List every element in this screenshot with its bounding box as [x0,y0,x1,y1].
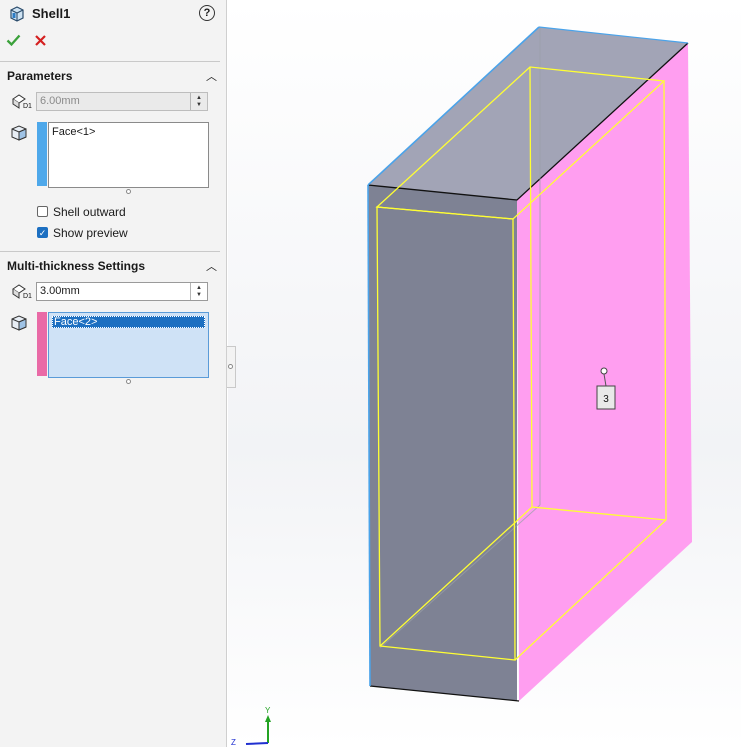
svg-text:D1: D1 [23,103,32,110]
feature-title: Shell1 [32,6,71,21]
ok-button[interactable] [6,33,21,47]
list-item-selected[interactable]: Face<2> [52,316,205,328]
callout-pin-icon [600,367,608,375]
thickness-value: 6.00mm [40,95,80,107]
checkmark-icon [6,34,21,47]
multi-thickness-faces-list[interactable]: Face<2> [48,312,209,378]
multi-thickness-icon: D1 [12,284,32,300]
handle-grip [228,364,233,369]
shell-outward-checkbox[interactable] [37,206,48,217]
cancel-button[interactable] [34,34,47,47]
multi-thickness-spinner[interactable]: ▲ ▼ [190,283,207,300]
model-view[interactable]: 3 Y Z [228,0,741,747]
svg-text:D1: D1 [23,293,32,300]
chevron-up-icon: ︿ [206,71,217,83]
thickness-icon: D1 [12,94,32,110]
show-preview-checkbox[interactable]: ✓ [37,227,48,238]
x-icon [35,35,46,46]
face-selection-icon [11,125,27,141]
shell-feature-icon [10,6,24,22]
parameters-section-title: Parameters [7,69,73,83]
axis-triad-icon: Y Z [231,706,271,747]
help-button[interactable]: ? [199,5,215,21]
multi-thickness-value: 3.00mm [40,285,80,297]
divider [0,251,220,252]
thickness-input[interactable]: 6.00mm ▲ ▼ [36,92,208,111]
show-preview-label: Show preview [53,226,128,240]
callout-value: 3 [603,394,609,405]
triad-y-label: Y [265,706,271,715]
multi-face-selection-icon [11,315,27,331]
multi-thickness-input[interactable]: 3.00mm ▲ ▼ [36,282,208,301]
chevron-up-icon: ︿ [206,261,217,273]
faces-to-remove-list[interactable]: Face<1> [48,122,209,188]
resize-grip[interactable] [126,189,131,194]
list-item[interactable]: Face<1> [52,126,205,138]
graphics-area[interactable]: 3 Y Z [228,0,741,747]
resize-grip[interactable] [126,379,131,384]
property-manager: Shell1 ? Parameters ︿ D1 6.00mm ▲ ▼ Face<… [0,0,227,747]
multi-face-color-swatch [37,312,47,376]
triad-z-label: Z [231,738,236,747]
panel-collapse-handle[interactable] [227,346,236,388]
front-face[interactable] [368,185,517,701]
collapse-multi-thickness-button[interactable]: ︿ [206,258,217,274]
thickness-spinner[interactable]: ▲ ▼ [190,93,207,110]
shell-outward-label: Shell outward [53,205,126,219]
multi-thickness-section-title: Multi-thickness Settings [7,259,146,273]
divider [0,61,220,62]
face-color-swatch [37,122,47,186]
question-circle-icon: ? [203,7,211,19]
collapse-parameters-button[interactable]: ︿ [206,68,217,84]
